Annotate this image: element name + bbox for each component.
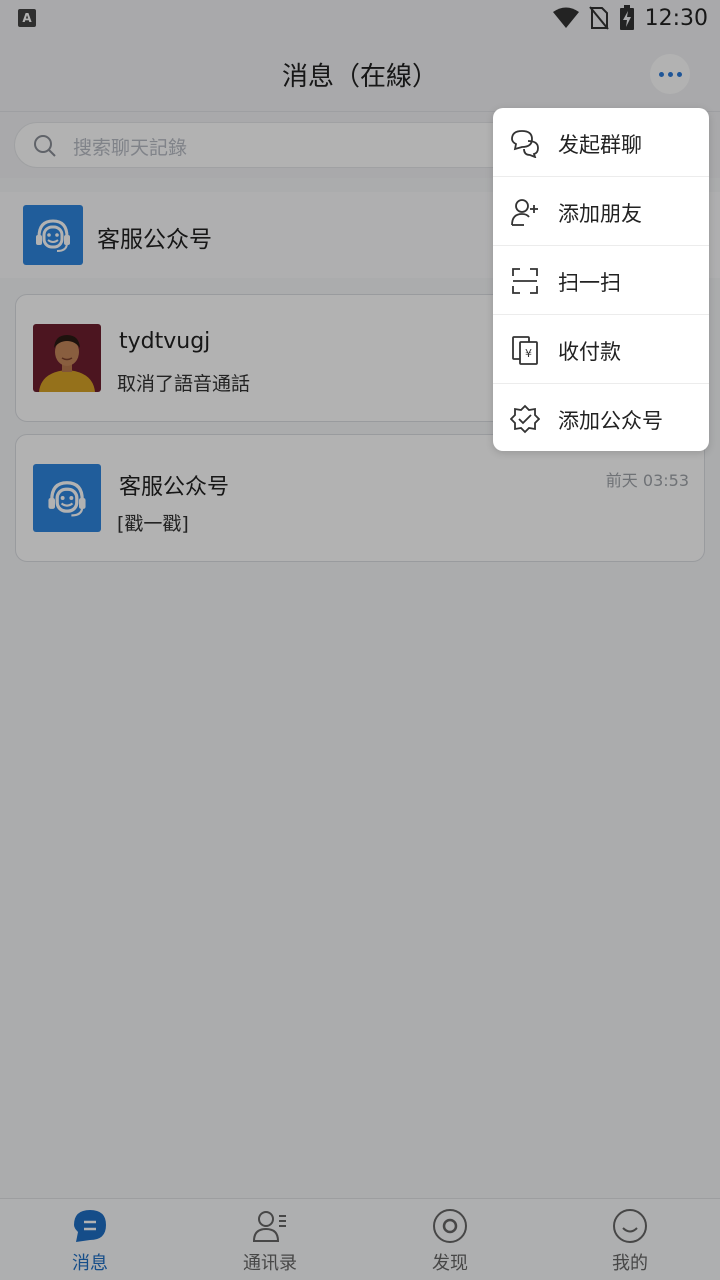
scan-icon: [512, 268, 538, 294]
add-friend-icon: [511, 199, 538, 226]
payment-icon: ¥: [512, 336, 538, 365]
menu-item-payment[interactable]: ¥ 收付款: [493, 315, 709, 384]
add-official-account-icon: [510, 404, 540, 434]
menu-label: 收付款: [558, 340, 621, 364]
group-chat-icon: [511, 130, 539, 158]
menu-label: 扫一扫: [558, 271, 621, 295]
menu-item-scan[interactable]: 扫一扫: [493, 246, 709, 315]
svg-text:¥: ¥: [525, 347, 532, 360]
menu-label: 添加公众号: [558, 409, 663, 433]
menu-item-add-friend[interactable]: 添加朋友: [493, 177, 709, 246]
popup-menu: 发起群聊 添加朋友 扫一扫 ¥ 收付款 添加公众号: [493, 108, 709, 451]
menu-label: 添加朋友: [558, 202, 642, 226]
menu-item-group-chat[interactable]: 发起群聊: [493, 108, 709, 177]
menu-label: 发起群聊: [558, 133, 642, 157]
menu-item-add-official-account[interactable]: 添加公众号: [493, 384, 709, 451]
